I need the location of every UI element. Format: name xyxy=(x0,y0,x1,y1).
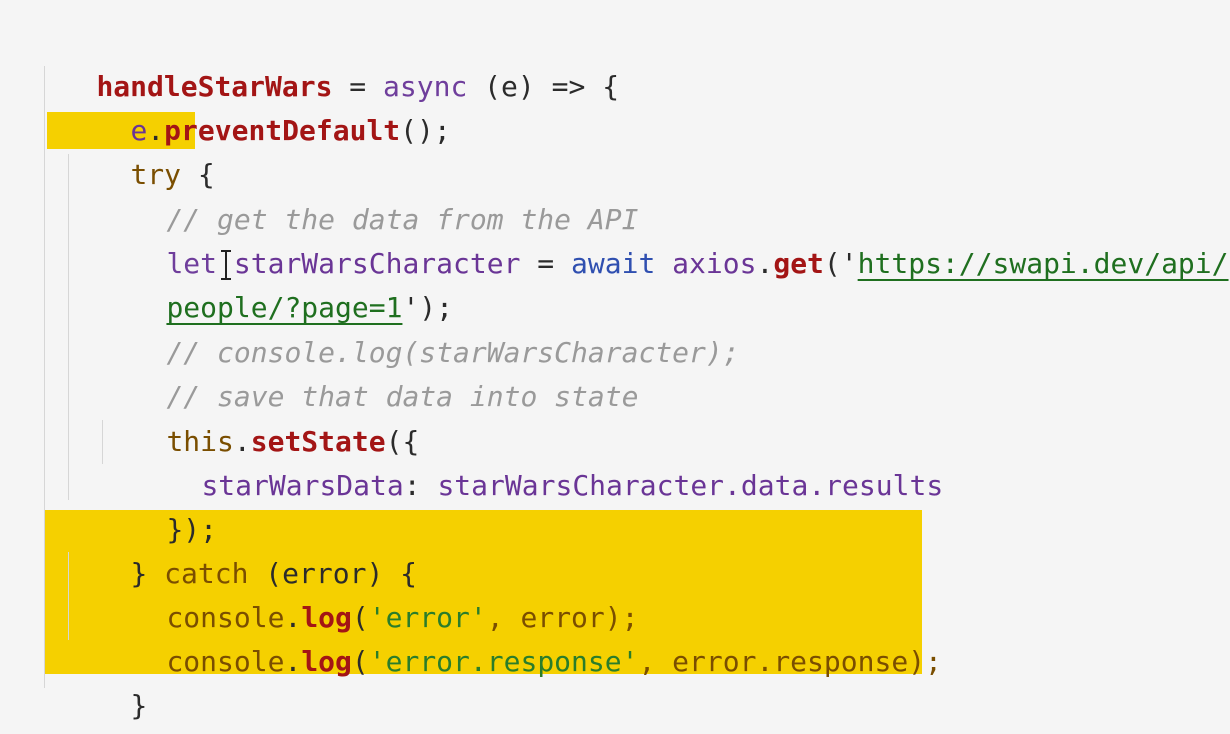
code-line-1: handleStarWars = async (e) => { xyxy=(96,70,620,103)
code-line-12: } catch (error) { xyxy=(130,557,418,590)
code-line-9: this.setState({ xyxy=(166,425,420,458)
code-line-10: starWarsData: starWarsCharacter.data.res… xyxy=(201,469,944,502)
code-line-13: console.log('error', error); xyxy=(166,601,639,634)
code-line-2: e.preventDefault(); xyxy=(130,114,451,147)
code-line-16: }; xyxy=(29,685,130,729)
code-line-4: // get the data from the API xyxy=(99,154,638,236)
code-line-6: people/?page=1'); xyxy=(166,291,454,324)
code-line-14: console.log('error.response', error.resp… xyxy=(166,645,942,678)
code-line-7: // console.log(starWarsCharacter); xyxy=(99,287,739,369)
text-cursor-icon xyxy=(219,250,233,280)
indent-guide xyxy=(44,66,45,688)
code-line-3: try { xyxy=(130,158,215,191)
code-line-11: }); xyxy=(166,513,218,546)
code-line-5: let starWarsCharacter = await axios.get(… xyxy=(166,247,1229,280)
code-line-15: } xyxy=(130,689,148,722)
api-url-link[interactable]: https://swapi.dev/api/ xyxy=(858,247,1229,280)
code-line-8: // save that data into state xyxy=(99,331,638,413)
code-editor[interactable]: handleStarWars = async (e) => { e.preven… xyxy=(0,0,1230,734)
